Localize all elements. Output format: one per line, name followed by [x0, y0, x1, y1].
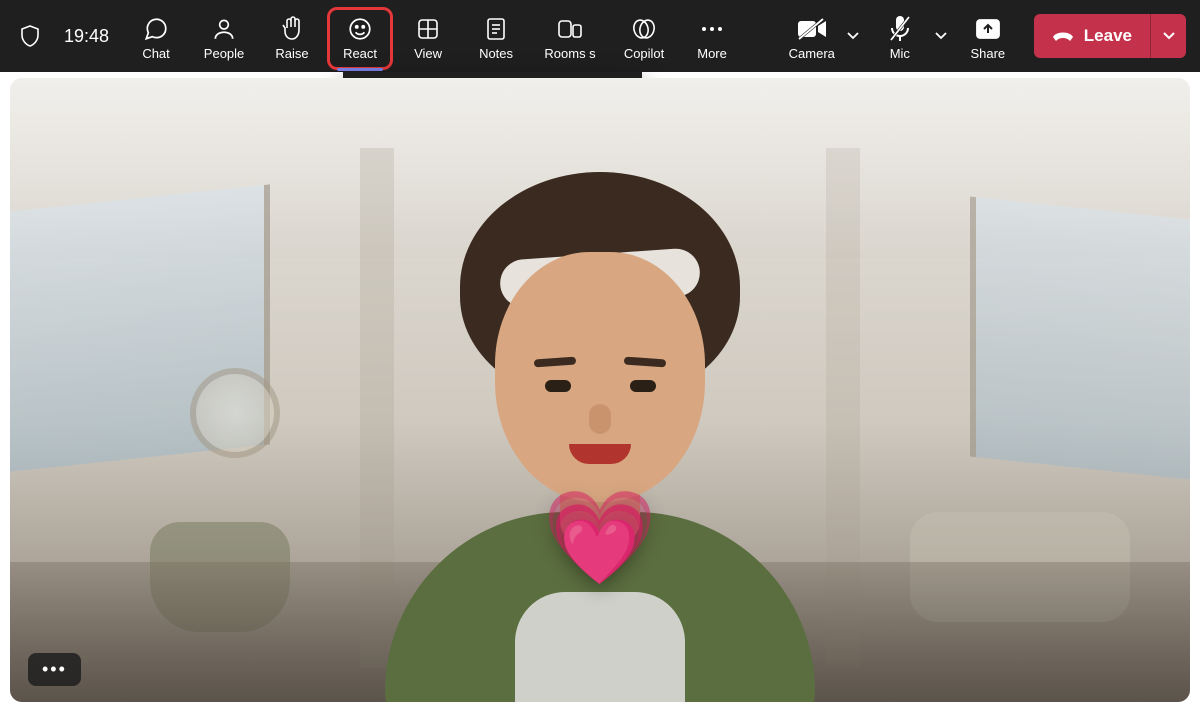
- copilot-label: Copilot: [624, 46, 664, 61]
- leave-group: Leave: [1034, 14, 1186, 58]
- raise-label: Raise: [275, 46, 308, 61]
- people-label: People: [204, 46, 244, 61]
- copilot-icon: [631, 14, 657, 44]
- meeting-toolbar: 19:48 Chat People Rai: [0, 0, 1200, 72]
- chat-label: Chat: [142, 46, 169, 61]
- leave-phone-icon: [1052, 27, 1074, 45]
- react-button[interactable]: React: [329, 5, 391, 67]
- mic-button[interactable]: Mic: [870, 5, 930, 67]
- mic-off-icon: [889, 14, 911, 44]
- notes-icon: [485, 14, 507, 44]
- video-stage: 💗 •••: [10, 78, 1190, 702]
- mic-chevron-down-icon[interactable]: [930, 16, 952, 56]
- react-smile-icon: [347, 14, 373, 44]
- raise-hand-button[interactable]: Raise: [261, 5, 323, 67]
- view-grid-icon: [416, 14, 440, 44]
- privacy-shield-icon[interactable]: [18, 25, 42, 47]
- stage-more-button[interactable]: •••: [28, 653, 81, 686]
- notes-button[interactable]: Notes: [465, 5, 527, 67]
- view-button[interactable]: View: [397, 5, 459, 67]
- camera-chevron-down-icon[interactable]: [842, 16, 864, 56]
- more-button[interactable]: More: [681, 5, 743, 67]
- share-screen-icon: [975, 14, 1001, 44]
- mic-control: Mic: [870, 5, 952, 67]
- leave-chevron-down-icon[interactable]: [1150, 14, 1186, 58]
- rooms-icon: [557, 14, 583, 44]
- toolbar-center-group: Chat People Raise: [125, 5, 743, 67]
- camera-button[interactable]: Camera: [782, 5, 842, 67]
- view-label: View: [414, 46, 442, 61]
- participant-avatar: [380, 182, 820, 702]
- react-active-indicator: [337, 68, 383, 71]
- people-icon: [211, 14, 237, 44]
- rooms-label: Rooms s: [544, 46, 595, 61]
- leave-label: Leave: [1084, 26, 1132, 46]
- chat-icon: [143, 14, 169, 44]
- rooms-button[interactable]: Rooms s: [533, 5, 607, 67]
- copilot-button[interactable]: Copilot: [613, 5, 675, 67]
- more-ellipsis-icon: [699, 14, 725, 44]
- share-button[interactable]: Share: [958, 5, 1018, 67]
- leave-button[interactable]: Leave: [1034, 14, 1150, 58]
- active-reaction-overlay: 💗: [543, 485, 658, 592]
- camera-off-icon: [797, 14, 827, 44]
- camera-control: Camera: [782, 5, 864, 67]
- raise-hand-icon: [280, 14, 304, 44]
- meeting-timer: 19:48: [64, 26, 109, 47]
- mic-label: Mic: [890, 46, 910, 61]
- notes-label: Notes: [479, 46, 513, 61]
- people-button[interactable]: People: [193, 5, 255, 67]
- more-label: More: [697, 46, 727, 61]
- camera-label: Camera: [789, 46, 835, 61]
- share-label: Share: [970, 46, 1005, 61]
- react-label: React: [343, 46, 377, 61]
- chat-button[interactable]: Chat: [125, 5, 187, 67]
